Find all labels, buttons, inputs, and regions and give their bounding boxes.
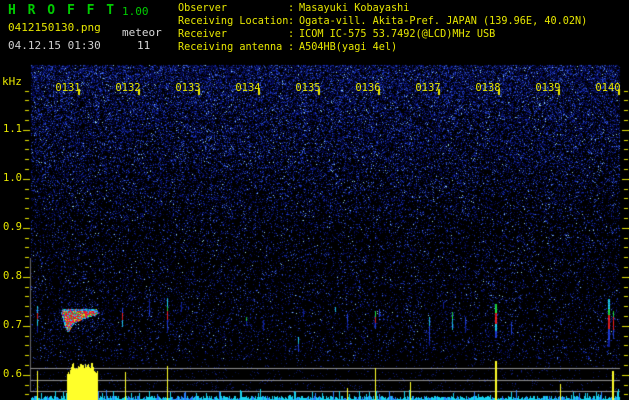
- info-label: Observer: [178, 3, 228, 14]
- freq-tick-label: 0.8: [3, 269, 22, 282]
- app-version: 1.00: [122, 5, 149, 18]
- meteor-count-value: 11: [137, 39, 151, 52]
- info-row-receiver: Receiver: ICOM IC-575 53.7492(@LCD)MHz US…: [178, 28, 587, 41]
- hrofft-screen: H R O F F T 1.00 0412150130.png 04.12.15…: [0, 0, 629, 400]
- info-value: Ogata-vill. Akita-Pref. JAPAN (139.96E, …: [299, 16, 588, 27]
- record-datetime: 04.12.15 01:30: [8, 39, 101, 52]
- freq-tick-label: 1.1: [3, 122, 22, 135]
- meteor-count-label: meteor: [122, 26, 162, 39]
- info-label: Receiver: [178, 29, 228, 40]
- time-tick-label: 0133: [175, 82, 201, 94]
- time-tick-label: 0131: [55, 82, 81, 94]
- info-row-observer: Observer: Masayuki Kobayashi: [178, 2, 587, 15]
- info-label: Receiving Location: [178, 16, 289, 27]
- info-colon: :: [288, 3, 295, 14]
- info-value: ICOM IC-575 53.7492(@LCD)MHz USB: [299, 29, 496, 40]
- freq-tick-label: 0.7: [3, 318, 22, 331]
- time-tick-label: 0135: [295, 82, 321, 94]
- freq-tick-label: 0.9: [3, 220, 22, 233]
- info-row-antenna: Receiving antenna: A504HB(yagi 4el): [178, 41, 587, 54]
- info-colon: :: [288, 42, 295, 53]
- info-row-location: Receiving Location: Ogata-vill. Akita-Pre…: [178, 15, 587, 28]
- app-title: H R O F F T: [8, 3, 117, 18]
- freq-tick-label: 0.6: [3, 367, 22, 380]
- spectrogram-canvas: [0, 0, 629, 400]
- time-tick-label: 0134: [235, 82, 261, 94]
- info-colon: :: [288, 16, 295, 27]
- info-value: Masayuki Kobayashi: [299, 3, 410, 14]
- station-info: Observer: Masayuki Kobayashi Receiving Lo…: [178, 2, 587, 54]
- info-label: Receiving antenna: [178, 42, 283, 53]
- time-tick-label: 0139: [535, 82, 561, 94]
- time-tick-label: 0132: [115, 82, 141, 94]
- time-tick-label: 0137: [415, 82, 441, 94]
- output-filename: 0412150130.png: [8, 21, 101, 34]
- time-tick-label: 0138: [475, 82, 501, 94]
- freq-tick-label: 1.0: [3, 171, 22, 184]
- info-colon: :: [288, 29, 295, 40]
- time-tick-label: 0136: [355, 82, 381, 94]
- info-value: A504HB(yagi 4el): [299, 42, 398, 53]
- freq-unit-label: kHz: [2, 75, 22, 88]
- time-tick-label: 0140: [595, 82, 621, 94]
